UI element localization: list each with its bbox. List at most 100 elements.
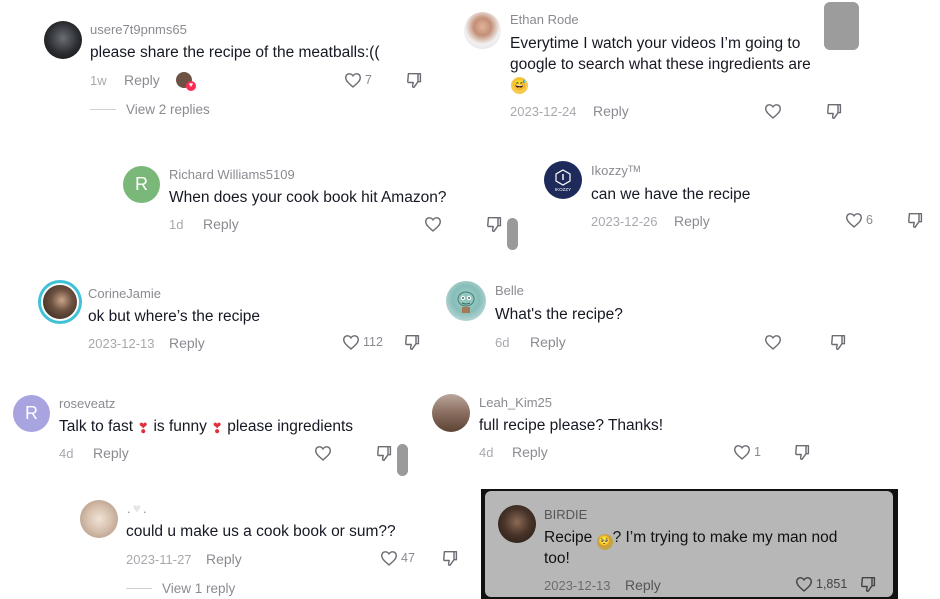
comment-date: 2023-11-27 bbox=[126, 552, 192, 567]
comment-date: 2023-12-24 bbox=[510, 104, 577, 119]
avatar[interactable] bbox=[446, 281, 486, 321]
heart-badge-icon: ♥ bbox=[186, 81, 196, 91]
comment-text: ok but where’s the recipe bbox=[88, 308, 261, 325]
view-replies-button[interactable]: View 1 reply bbox=[126, 581, 235, 596]
reply-button[interactable]: Reply bbox=[206, 551, 242, 567]
comment-date: 2023-12-13 bbox=[88, 336, 155, 351]
avatar[interactable] bbox=[44, 21, 82, 59]
dislike-icon[interactable] bbox=[404, 334, 420, 351]
avatar-letter: R bbox=[25, 403, 38, 423]
username[interactable]: Ethan Rode bbox=[510, 12, 579, 27]
balloon-emoji-icon: ❣ bbox=[137, 420, 150, 436]
reply-button[interactable]: Reply bbox=[93, 445, 129, 461]
like-button[interactable]: 7 bbox=[344, 72, 372, 88]
divider bbox=[90, 109, 116, 110]
like-button[interactable]: 47 bbox=[380, 550, 415, 566]
dislike-icon[interactable] bbox=[907, 212, 923, 229]
reply-button[interactable]: Reply bbox=[512, 444, 548, 460]
comment-text: Talk to fast ❣ is funny ❣ please ingredi… bbox=[59, 416, 353, 439]
reply-button[interactable]: Reply bbox=[203, 216, 239, 232]
reply-button[interactable]: Reply bbox=[593, 103, 629, 119]
like-button[interactable]: 6 bbox=[845, 212, 873, 228]
ikozzy-logo-icon bbox=[555, 168, 571, 186]
heart-icon[interactable] bbox=[764, 103, 782, 119]
heart-icon bbox=[342, 335, 360, 350]
avatar[interactable]: R bbox=[13, 395, 50, 432]
avatar[interactable] bbox=[41, 283, 79, 321]
like-count: 7 bbox=[365, 73, 372, 87]
dislike-icon[interactable] bbox=[860, 576, 876, 593]
heart-icon[interactable] bbox=[424, 216, 442, 232]
avatar[interactable] bbox=[432, 394, 470, 432]
view-replies-button[interactable]: View 2 replies bbox=[90, 102, 210, 117]
dislike-icon[interactable] bbox=[486, 216, 502, 233]
like-button[interactable]: 1 bbox=[733, 444, 761, 460]
avatar[interactable] bbox=[498, 505, 536, 543]
reply-button[interactable]: Reply bbox=[169, 335, 205, 351]
comment-date: 2023-12-26 bbox=[591, 214, 658, 229]
username[interactable]: usere7t9pnms65 bbox=[90, 22, 187, 37]
like-count: 1 bbox=[754, 445, 761, 459]
scrollbar-thumb[interactable] bbox=[507, 218, 518, 250]
avatar[interactable] bbox=[464, 12, 501, 49]
dislike-icon[interactable] bbox=[794, 444, 810, 461]
username[interactable]: CorineJamie bbox=[88, 286, 161, 301]
avatar-letter: R bbox=[135, 174, 148, 194]
scrollbar-thumb[interactable] bbox=[397, 444, 408, 476]
heart-icon[interactable] bbox=[314, 445, 332, 461]
reply-button[interactable]: Reply bbox=[674, 213, 710, 229]
username-part: . bbox=[142, 500, 147, 516]
comment-date: 6d bbox=[495, 335, 510, 350]
username[interactable]: . ♥ . bbox=[127, 500, 147, 516]
username[interactable]: BIRDIE bbox=[544, 507, 587, 522]
reply-button[interactable]: Reply bbox=[124, 72, 160, 88]
comment-birdie: BIRDIE Recipe 🥺? I’m trying to make my m… bbox=[485, 491, 893, 597]
username[interactable]: Leah_Kim25 bbox=[479, 395, 552, 410]
username[interactable]: Belle bbox=[495, 283, 524, 298]
comment-date: 4d bbox=[59, 446, 74, 461]
heart-icon bbox=[733, 445, 751, 460]
comment-text-line2: too! bbox=[544, 550, 570, 567]
dislike-icon[interactable] bbox=[406, 72, 422, 89]
comment-text: please share the recipe of the meatballs… bbox=[90, 44, 380, 61]
heart-icon[interactable] bbox=[764, 334, 782, 350]
comment-date: 2023-12-13 bbox=[544, 578, 611, 593]
username[interactable]: Richard Williams5109 bbox=[169, 167, 295, 182]
heart-icon bbox=[845, 213, 863, 228]
like-count: 1,851 bbox=[816, 577, 848, 591]
view-replies-label: View 2 replies bbox=[126, 102, 210, 117]
avatar[interactable] bbox=[80, 500, 118, 538]
pleading-face-emoji-icon: 🥺 bbox=[596, 534, 613, 550]
like-count: 6 bbox=[866, 213, 873, 227]
balloon-emoji-icon: ❣ bbox=[211, 420, 223, 436]
comment-text-part: Recipe bbox=[544, 529, 593, 546]
avatar[interactable]: R bbox=[123, 166, 160, 203]
avatar[interactable]: IKOZZY bbox=[544, 161, 582, 199]
dislike-icon[interactable] bbox=[830, 334, 846, 351]
comment-text-line2: google to search what these ingredients … bbox=[510, 56, 811, 73]
comment-text: can we have the recipe bbox=[591, 186, 751, 203]
like-button[interactable]: 1,851 bbox=[795, 576, 847, 592]
username[interactable]: roseveatz bbox=[59, 396, 115, 411]
comment-text: could u make us a cook book or sum?? bbox=[126, 523, 396, 540]
dislike-icon[interactable] bbox=[826, 103, 842, 120]
comment-date: 1d bbox=[169, 217, 184, 232]
dislike-icon[interactable] bbox=[376, 445, 392, 462]
reply-button[interactable]: Reply bbox=[625, 577, 661, 593]
white-heart-icon: ♥ bbox=[132, 500, 141, 516]
comment-date: 4d bbox=[479, 445, 494, 460]
like-button[interactable]: 112 bbox=[342, 334, 383, 350]
like-count: 47 bbox=[401, 551, 415, 565]
avatar-text: IKOZZY bbox=[554, 186, 572, 192]
heart-icon bbox=[344, 73, 362, 88]
reply-button[interactable]: Reply bbox=[530, 334, 566, 350]
heart-icon bbox=[380, 551, 398, 566]
username[interactable]: Ikozzyᵀᴹ bbox=[591, 163, 640, 178]
comment-text: What's the recipe? bbox=[495, 306, 623, 323]
comment-date: 1w bbox=[90, 73, 107, 88]
comment-text-part: please ingredients bbox=[227, 418, 354, 435]
scrollbar-thumb[interactable] bbox=[824, 2, 859, 50]
dislike-icon[interactable] bbox=[442, 550, 458, 567]
comment-text-line1: Everytime I watch your videos I’m going … bbox=[510, 35, 801, 52]
comment-text-part: Talk to fast bbox=[59, 418, 134, 435]
